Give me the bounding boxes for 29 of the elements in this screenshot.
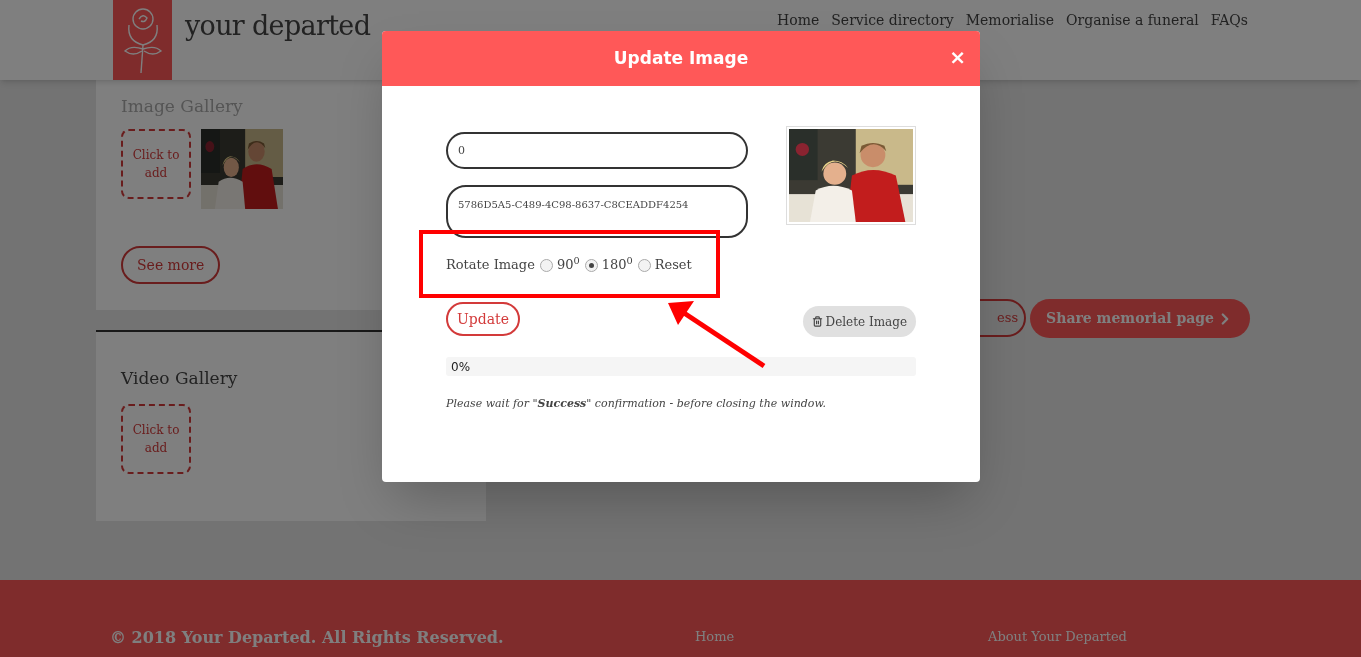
delete-image-button[interactable]: Delete Image bbox=[802, 306, 916, 337]
progress-reading: 0% bbox=[451, 358, 471, 376]
modal-title: Update Image bbox=[613, 46, 749, 70]
nav-link[interactable]: Home bbox=[777, 10, 820, 31]
nav-link[interactable]: Memorialise bbox=[965, 10, 1054, 31]
add-tile[interactable]: Click to add bbox=[121, 129, 191, 199]
close-button[interactable]: × bbox=[949, 46, 966, 68]
text-input[interactable]: 0 bbox=[446, 132, 748, 169]
radio-button[interactable] bbox=[539, 258, 553, 272]
logo-text: your departed bbox=[185, 9, 371, 43]
see-more-button[interactable]: See more bbox=[121, 246, 221, 284]
wait-note: Please wait for "Success" confirmation - before closing the window. bbox=[446, 396, 828, 412]
nav-link[interactable]: Service directory bbox=[831, 10, 954, 31]
radio-label: Reset bbox=[654, 256, 692, 275]
radio-button[interactable] bbox=[584, 258, 598, 272]
footer-link[interactable]: About Your Departed bbox=[988, 626, 1127, 647]
share-button[interactable]: Share memorial page bbox=[1030, 299, 1250, 338]
nav-link[interactable]: Organise a funeral bbox=[1066, 10, 1199, 31]
update-button[interactable]: Update bbox=[446, 302, 520, 336]
footer-link[interactable]: Home bbox=[695, 626, 988, 647]
rotate-label: Rotate Image bbox=[446, 256, 535, 275]
radio-button[interactable] bbox=[637, 258, 651, 272]
trash-icon bbox=[811, 316, 823, 327]
copyright-text: © 2018 Your Departed. All Rights Reserved. bbox=[110, 627, 505, 649]
nav-link[interactable]: FAQs bbox=[1210, 10, 1248, 31]
add-tile[interactable]: Click to add bbox=[121, 404, 191, 474]
radio-label: 180$^{0}$ bbox=[601, 255, 633, 275]
text-area[interactable]: 5786D5A5-C489-4C98-8637-C8CEADDF4254 bbox=[446, 185, 748, 238]
radio-label: 90$^{0}$ bbox=[556, 255, 580, 275]
